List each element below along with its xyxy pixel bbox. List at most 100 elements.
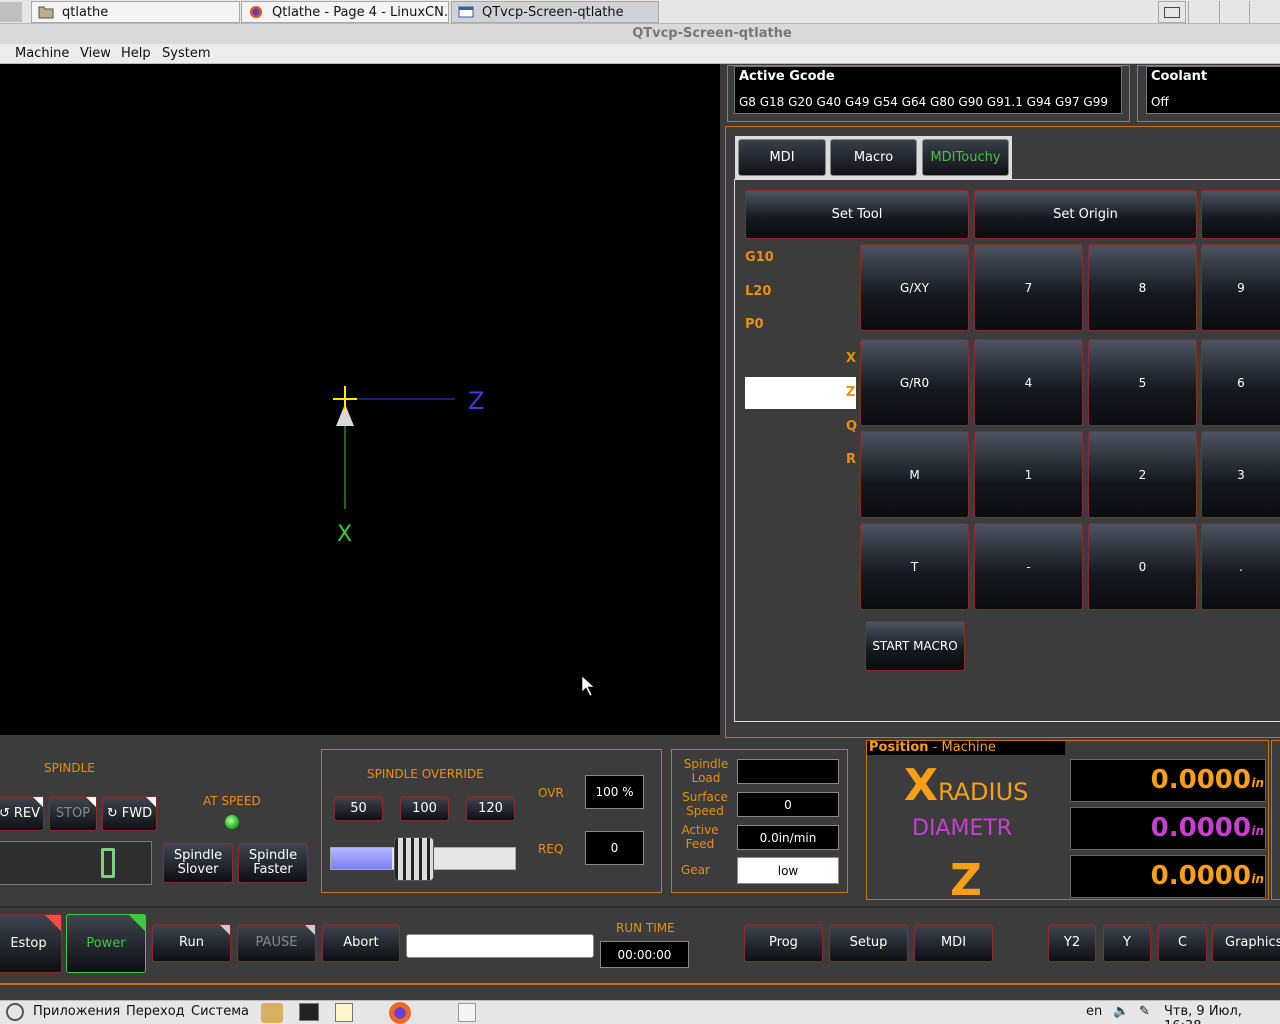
key-1-button[interactable]: 1 [974, 431, 1083, 518]
override-50-button[interactable]: 50 [334, 796, 383, 821]
spindle-override-title: SPINDLE OVERRIDE [367, 767, 484, 781]
text-editor-launcher-icon[interactable] [335, 1003, 353, 1022]
power-label: Power [86, 935, 126, 951]
workspace-switcher-icon[interactable] [1158, 1, 1186, 23]
spindle-rpm-display [0, 841, 152, 885]
key-0-button[interactable]: 0 [1088, 523, 1197, 610]
y2-button[interactable]: Y2 [1048, 924, 1096, 962]
menu-machine[interactable]: Machine [15, 46, 69, 61]
estop-indicator [45, 915, 61, 931]
graphics-view[interactable]: Z X [0, 64, 720, 735]
taskbar-tab-qtvcp[interactable]: QTvcp-Screen-qtlathe [451, 1, 659, 23]
workspace-area[interactable] [1188, 1, 1280, 23]
key-3-button[interactable]: 3 [1201, 431, 1280, 518]
menu-system[interactable]: System [162, 46, 210, 61]
spindle-load-label: Spindle Load [683, 757, 729, 785]
firefox-icon [249, 5, 263, 19]
position-title: Position [869, 740, 929, 755]
menu-places[interactable]: Переход [126, 1004, 185, 1019]
key-gxy-button[interactable]: G/XY [860, 244, 969, 331]
menu-view[interactable]: View [80, 46, 111, 61]
volume-icon[interactable]: 🔈 [1113, 1004, 1129, 1019]
menu-system-tray[interactable]: Система [191, 1004, 249, 1019]
key-5-button[interactable]: 5 [1088, 339, 1197, 426]
touchy-extra-button[interactable] [1201, 190, 1280, 239]
key-7-button[interactable]: 7 [974, 244, 1083, 331]
pause-indicator [305, 925, 315, 935]
run-button[interactable]: Run [152, 924, 231, 962]
key-gr0-button[interactable]: G/R0 [860, 339, 969, 426]
key-dot-button[interactable]: . [1201, 523, 1280, 610]
x-axis-letter: X [904, 760, 938, 811]
show-desktop-icon[interactable] [0, 2, 22, 22]
surface-speed-value: 0 [737, 792, 839, 817]
override-120-button[interactable]: 120 [466, 796, 515, 821]
pause-button[interactable]: PAUSE [237, 924, 316, 962]
start-macro-button[interactable]: START MACRO [865, 621, 965, 671]
run-time-label: RUN TIME [616, 921, 675, 935]
position-mode: - Machine [928, 740, 996, 755]
menu-bar: Machine View Help System [0, 44, 1280, 64]
setup-button[interactable]: Setup [829, 924, 908, 962]
tab-mdi[interactable]: MDI [738, 139, 826, 176]
terminal-launcher-icon[interactable] [299, 1003, 319, 1021]
spindle-fwd-button[interactable]: ↻ FWD [102, 796, 157, 831]
c-button[interactable]: C [1158, 924, 1207, 962]
key-4-button[interactable]: 4 [974, 339, 1083, 426]
spindle-rev-button[interactable]: ↺ REV [0, 796, 44, 831]
dro-x-value: 0.0000 [1150, 765, 1251, 795]
tab-macro[interactable]: Macro [830, 139, 917, 176]
key-6-button[interactable]: 6 [1201, 339, 1280, 426]
taskbar-tab-qtlathe[interactable]: qtlathe [31, 1, 240, 23]
spindle-override-slider[interactable] [330, 837, 516, 881]
y-button[interactable]: Y [1103, 924, 1151, 962]
word-l20: L20 [745, 284, 772, 299]
pause-label: PAUSE [255, 935, 298, 950]
active-gcode-list: G8 G18 G20 G40 G49 G54 G64 G80 G90 G91.1… [739, 95, 1108, 109]
slider-handle[interactable] [394, 837, 434, 881]
key-2-button[interactable]: 2 [1088, 431, 1197, 518]
active-feed-value: 0.0in/min [737, 825, 839, 850]
key-t-button[interactable]: T [860, 523, 969, 610]
menu-help[interactable]: Help [121, 46, 151, 61]
set-tool-button[interactable]: Set Tool [745, 190, 969, 239]
gimp-launcher-icon[interactable] [261, 1003, 283, 1023]
key-9-button[interactable]: 9 [1201, 244, 1280, 331]
key-8-button[interactable]: 8 [1088, 244, 1197, 331]
word-p0: P0 [745, 317, 764, 332]
abort-button[interactable]: Abort [322, 924, 400, 962]
firefox-launcher-icon[interactable] [389, 1002, 411, 1024]
keyboard-layout[interactable]: en [1086, 1004, 1102, 1019]
graphics-button[interactable]: Graphics [1212, 924, 1280, 962]
taskbar-tab-firefox[interactable]: Qtlathe - Page 4 - LinuxCN... [241, 1, 449, 23]
prog-button[interactable]: Prog [744, 924, 823, 962]
network-icon[interactable]: ✎ [1139, 1004, 1150, 1019]
show-desktop-icon-2[interactable] [458, 1003, 476, 1022]
menu-applications[interactable]: Приложения [33, 1004, 120, 1019]
window-title: QTvcp-Screen-qtlathe [0, 24, 1280, 44]
coolant-box: Coolant Off [1146, 66, 1280, 114]
set-origin-button[interactable]: Set Origin [974, 190, 1197, 239]
clock[interactable]: Чтв, 9 Июл, 16:38 [1164, 1004, 1280, 1024]
dro-z: 0.0000 in [1070, 855, 1266, 898]
power-button[interactable]: Power [66, 914, 146, 973]
x-axis-label: X [337, 522, 352, 547]
system-panel: Приложения Переход Система en 🔈 ✎ Чтв, 9… [0, 1000, 1280, 1024]
spindle-stop-button[interactable]: STOP [49, 796, 97, 831]
rotate-cw-icon: ↻ [106, 805, 118, 821]
z-axis-letter: Z [950, 855, 982, 906]
run-indicator [220, 925, 230, 935]
active-feed-label: Active Feed [681, 823, 719, 851]
override-100-button[interactable]: 100 [400, 796, 449, 821]
dro-x-radius: 0.0000 in [1070, 759, 1266, 802]
estop-button[interactable]: Estop [0, 914, 62, 973]
key-m-button[interactable]: M [860, 431, 969, 518]
spindle-slower-button[interactable]: Spindle Slover [163, 843, 233, 883]
mdi-button[interactable]: MDI [914, 924, 993, 962]
spindle-faster-button[interactable]: Spindle Faster [238, 843, 308, 883]
taskbar: qtlathe Qtlathe - Page 4 - LinuxCN... QT… [0, 0, 1280, 24]
key-minus-button[interactable]: - [974, 523, 1083, 610]
mdi-entry-field[interactable] [745, 377, 856, 409]
tab-mditouchy[interactable]: MDITouchy [922, 139, 1009, 176]
dro-unit: in [1251, 824, 1264, 838]
